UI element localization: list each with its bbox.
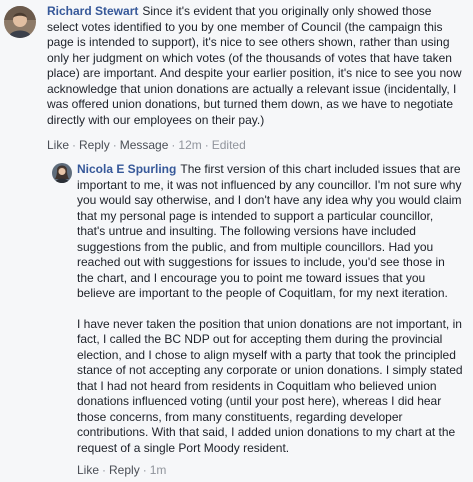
reply-link[interactable]: Reply	[79, 138, 110, 152]
reply-body: Nicola E Spurling The first version of th…	[77, 162, 463, 456]
reply-text-paragraph-2: I have never taken the position that uni…	[77, 316, 463, 455]
message-link[interactable]: Message	[120, 138, 169, 152]
reply-author[interactable]: Nicola E Spurling	[77, 162, 176, 176]
reply-timestamp[interactable]: 1m	[150, 463, 167, 477]
comment-text: Since it's evident that you originally o…	[47, 4, 462, 127]
comment-timestamp[interactable]: 12m	[178, 138, 201, 152]
reply-actions: Like · Reply · 1m	[77, 463, 167, 477]
edited-label[interactable]: Edited	[212, 138, 246, 152]
comment-author[interactable]: Richard Stewart	[47, 4, 138, 18]
like-link[interactable]: Like	[47, 138, 69, 152]
reply-text-paragraph-1: The first version of this chart included…	[77, 162, 462, 300]
comment-body: Richard Stewart Since it's evident that y…	[47, 4, 463, 128]
avatar[interactable]	[52, 163, 72, 183]
avatar[interactable]	[4, 6, 36, 38]
like-link[interactable]: Like	[77, 463, 99, 477]
reply-link[interactable]: Reply	[109, 463, 140, 477]
comment-actions: Like · Reply · Message · 12m · Edited	[47, 138, 246, 152]
